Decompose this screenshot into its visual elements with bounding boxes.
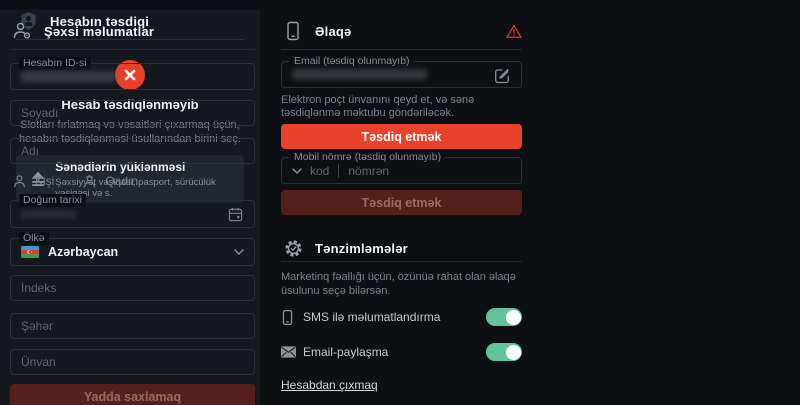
male-icon [12, 174, 27, 189]
personal-info-title: Şəxsi məlumatlar [44, 24, 154, 39]
sms-notifications-row: SMS ilə məlumatlandırma [281, 307, 522, 327]
logout-link[interactable]: Hesabdan çıxmaq [281, 378, 378, 392]
country-select[interactable]: Ölkə Azərbaycan [10, 238, 255, 266]
email-toggle-label: Email-paylaşma [303, 345, 388, 359]
account-id-blurred-value [21, 71, 116, 82]
email-blurred-value [292, 69, 427, 80]
gear-check-icon [281, 239, 305, 258]
calendar-icon[interactable] [227, 206, 244, 223]
account-id-label: Hesabın ID-si [19, 57, 91, 70]
warning-triangle-icon [506, 24, 522, 39]
name-input[interactable] [10, 138, 255, 164]
gender-option-female[interactable]: Qadın [82, 174, 138, 189]
phone-number-input[interactable]: nömrən [348, 164, 389, 178]
settings-header: Tənzimləmələr [281, 237, 522, 259]
gender-selector: Kişi Qadın [10, 172, 255, 190]
dob-label: Doğum tarixi [19, 194, 86, 207]
account-settings-page: Şəxsi məlumatlar Hesabın ID-si Kişi Qadı… [0, 10, 800, 405]
smartphone-icon [281, 21, 305, 41]
city-input[interactable] [10, 313, 255, 339]
divider [10, 49, 255, 50]
contact-header: Əlaqə [281, 20, 522, 42]
toggle-knob [506, 310, 521, 325]
phone-code-input[interactable]: kod [310, 164, 329, 178]
sms-toggle-label: SMS ilə məlumatlandırma [303, 310, 440, 324]
email-sharing-row: Email-paylaşma [281, 342, 522, 362]
envelope-icon [281, 346, 303, 358]
country-label: Ölkə [19, 232, 49, 245]
settings-title: Tənzimləmələr [315, 241, 408, 256]
marketing-hint: Marketinq fəallığı üçün, özünüə rahat ol… [281, 270, 522, 298]
phone-small-icon [281, 309, 303, 326]
postal-index-input[interactable] [10, 275, 255, 301]
divider [281, 261, 522, 262]
male-label: Kişi [35, 174, 54, 188]
contact-title: Əlaqə [315, 24, 351, 39]
country-value: Azərbaycan [48, 245, 118, 259]
dob-field[interactable]: Doğum tarixi [10, 200, 255, 228]
email-label: Email (təsdiq olunmayıb) [290, 55, 414, 68]
save-button[interactable]: Yadda saxlamaq [10, 384, 255, 405]
sms-toggle[interactable] [486, 308, 522, 326]
female-icon [82, 174, 97, 189]
dob-blurred-value [21, 210, 76, 219]
edit-icon[interactable] [493, 66, 511, 84]
address-input[interactable] [10, 349, 255, 375]
divider [281, 49, 522, 50]
email-field: Email (təsdiq olunmayıb) [281, 61, 522, 88]
azerbaijan-flag-icon [21, 246, 39, 258]
contact-section: Əlaqə Email (təsdiq olunmayıb) Elektron … [281, 10, 522, 394]
female-label: Qadın [105, 174, 138, 188]
toggle-knob [506, 345, 521, 360]
gender-option-male[interactable]: Kişi [12, 174, 54, 189]
field-separator [338, 164, 339, 178]
confirm-phone-button[interactable]: Təsdiq etmək [281, 190, 522, 215]
chevron-down-icon [234, 249, 244, 255]
confirm-email-button[interactable]: Təsdiq etmək [281, 124, 522, 149]
personal-info-section: Şəxsi məlumatlar Hesabın ID-si Kişi Qadı… [10, 10, 255, 405]
mobile-number-field: Mobil nömrə (təsdiq olunmayıb) kod nömrə… [281, 157, 522, 184]
person-gear-icon [10, 21, 34, 41]
code-chevron-down-icon[interactable] [292, 168, 302, 174]
surname-input[interactable] [10, 100, 255, 126]
email-hint: Elektron poçt ünvanını qeyd et, və sənə … [281, 94, 522, 120]
mobile-number-label: Mobil nömrə (təsdiq olunmayıb) [290, 151, 445, 164]
email-toggle[interactable] [486, 343, 522, 361]
account-id-field: Hesabın ID-si [10, 63, 255, 90]
personal-info-header: Şəxsi məlumatlar [10, 20, 255, 42]
